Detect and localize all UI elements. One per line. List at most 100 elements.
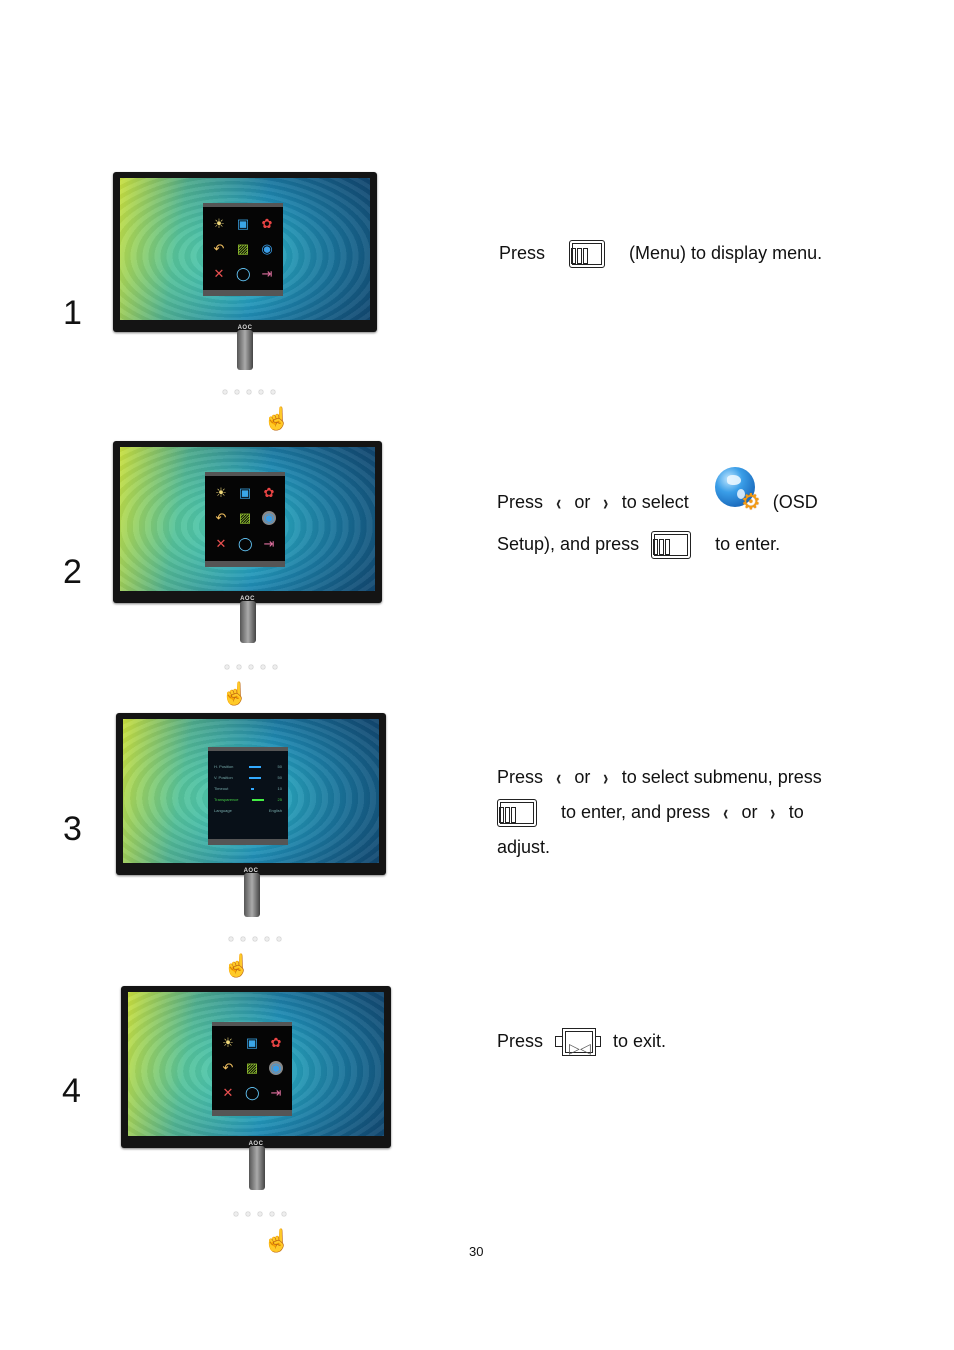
text-adjust: adjust. (497, 837, 551, 857)
front-button (237, 665, 241, 669)
osd-icon-grid: ☀ ▣ ✿ ↶ ▨ ◉ ✕ ◯ ⇥ (207, 211, 279, 286)
menu-button-icon (497, 798, 537, 827)
menu-button-icon (569, 239, 606, 268)
step-number-3: 3 (63, 810, 82, 848)
monitor-neck (244, 873, 260, 917)
osd-icon-grid: ☀ ▣ ✿ ↶ ▨ ◉ ✕ ◯ ⇥ (216, 1030, 288, 1106)
front-button (265, 937, 269, 941)
text-and-press: and press (560, 534, 640, 554)
image-setup-icon: ▣ (245, 1034, 259, 1050)
color-setup-icon: ✿ (263, 484, 275, 500)
text-or: or (574, 491, 591, 512)
reset-icon: ◯ (236, 265, 251, 281)
osd-row-value: 50 (277, 775, 282, 780)
step-1-instruction: Press (Menu) to display menu. (499, 236, 822, 271)
exit-icon: ⇥ (263, 536, 275, 552)
front-buttons (225, 665, 277, 669)
exit-icon: ⇥ (261, 265, 273, 281)
left-arrow-icon: ‹ (556, 489, 562, 515)
osd-setup-icon-selected: ◉ (262, 510, 276, 526)
extra-icon: ✕ (215, 536, 227, 552)
osd-row-value: English (268, 808, 282, 813)
monitor-bezel: ☀ ▣ ✿ ↶ ▨ ◉ ✕ ◯ ⇥ AOC (121, 986, 391, 1148)
front-button (246, 1212, 250, 1216)
osd-row-label: H. Position (214, 764, 234, 769)
exit-icon: ⇥ (270, 1085, 282, 1101)
front-button (273, 665, 277, 669)
monitor-illustration-2: ☀ ▣ ✿ ↶ ▨ ◉ ✕ ◯ ⇥ AOC ☝ (113, 441, 383, 711)
pointing-hand-icon: ☝ (221, 681, 249, 706)
osd-menu: ☀ ▣ ✿ ↶ ▨ ◉ ✕ ◯ ⇥ (205, 472, 285, 567)
osd-row-selected: Transparence 25 (214, 794, 282, 805)
text-setup: Setup), (497, 534, 556, 554)
picture-boost-icon: ↶ (215, 510, 227, 526)
text-osd-label: (OSD (772, 491, 818, 512)
color-setup-icon: ✿ (270, 1034, 282, 1050)
osd-row-label: Transparence (214, 797, 239, 802)
front-button (258, 1212, 262, 1216)
osd-row: Language English (214, 805, 282, 816)
osd-setup-icon-selected: ◉ (269, 1059, 283, 1075)
reset-icon: ◯ (245, 1085, 260, 1101)
osd-setup-globe-icon: ⚙ (713, 465, 761, 515)
monitor-screen: ☀ ▣ ✿ ↶ ▨ ◉ ✕ ◯ ⇥ (120, 447, 375, 591)
monitor-neck (249, 1146, 265, 1190)
text-or: or (574, 767, 591, 787)
text-press: Press (497, 1031, 544, 1051)
front-button (277, 937, 281, 941)
reset-icon: ◯ (238, 536, 253, 552)
front-button (234, 1212, 238, 1216)
image-setup-icon: ▣ (238, 484, 252, 500)
monitor-neck (237, 330, 253, 370)
monitor-neck (240, 601, 256, 643)
right-arrow-icon: › (770, 800, 776, 825)
picture-icon: ▨ (245, 1059, 259, 1075)
osd-row-value: 50 (277, 764, 282, 769)
text-to-enter-and-press: to enter, and press (561, 802, 711, 822)
monitor-screen: ☀ ▣ ✿ ↶ ▨ ◉ ✕ ◯ ⇥ (120, 178, 370, 320)
monitor-bezel: H. Position 50 V. Position 50 Timeout 10 Tr… (116, 713, 386, 875)
osd-row: H. Position 50 (214, 761, 282, 772)
front-buttons (234, 1212, 286, 1216)
text-to-select: to select (621, 491, 689, 512)
front-button (253, 937, 257, 941)
front-buttons (229, 937, 281, 941)
monitor-screen: H. Position 50 V. Position 50 Timeout 10 Tr… (123, 719, 379, 863)
front-button (241, 937, 245, 941)
osd-setup-icon: ◉ (261, 240, 273, 256)
pointing-hand-icon: ☝ (263, 1228, 291, 1253)
luminance-icon: ☀ (213, 215, 225, 231)
pointing-hand-icon: ☝ (263, 406, 291, 431)
monitor-illustration-1: ☀ ▣ ✿ ↶ ▨ ◉ ✕ ◯ ⇥ AOC ☝ (113, 172, 378, 437)
osd-row-value: 10 (277, 786, 282, 791)
step-number-4: 4 (62, 1072, 81, 1110)
osd-row-value: 25 (277, 797, 282, 802)
front-button (229, 937, 233, 941)
text-to-exit: to exit. (613, 1031, 667, 1051)
step-number-1: 1 (63, 294, 82, 332)
extra-icon: ✕ (222, 1085, 234, 1101)
front-button (249, 665, 253, 669)
exit-button-icon: ▷ ◁ (555, 1027, 602, 1057)
osd-row-label: Timeout (214, 786, 229, 791)
osd-menu: ☀ ▣ ✿ ↶ ▨ ◉ ✕ ◯ ⇥ (212, 1022, 292, 1116)
right-arrow-icon: › (603, 765, 609, 790)
front-buttons (223, 390, 275, 394)
front-button (282, 1212, 286, 1216)
left-arrow-icon: ‹ (556, 765, 562, 790)
text-to-select-submenu: to select submenu, press (621, 767, 822, 787)
monitor-illustration-3: H. Position 50 V. Position 50 Timeout 10 Tr… (116, 713, 388, 983)
front-button (270, 1212, 274, 1216)
text-to: to (788, 802, 804, 822)
picture-boost-icon: ↶ (213, 240, 225, 256)
osd-setup-list: H. Position 50 V. Position 50 Timeout 10 Tr… (214, 761, 282, 829)
image-setup-icon: ▣ (236, 215, 250, 231)
front-button (225, 665, 229, 669)
monitor-bezel: ☀ ▣ ✿ ↶ ▨ ◉ ✕ ◯ ⇥ AOC (113, 172, 377, 332)
front-button (271, 390, 275, 394)
osd-row-label: V. Position (214, 775, 233, 780)
picture-icon: ▨ (236, 240, 250, 256)
pointing-hand-icon: ☝ (223, 953, 251, 978)
picture-boost-icon: ↶ (222, 1059, 234, 1075)
right-arrow-icon: › (603, 489, 609, 515)
